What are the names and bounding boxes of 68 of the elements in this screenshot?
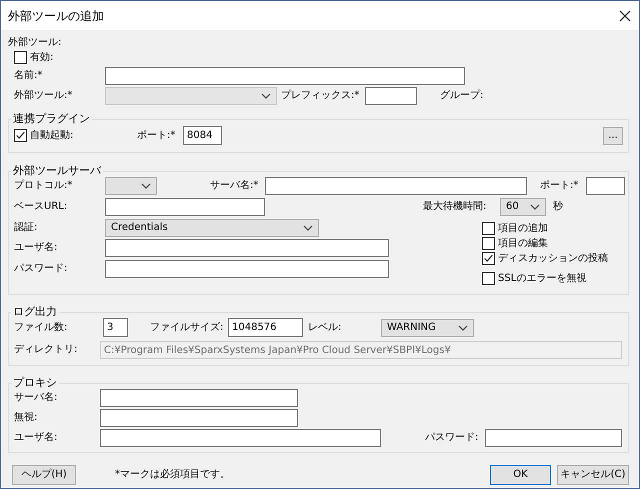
input-field[interactable] (365, 87, 417, 105)
dropdown[interactable]: WARNING (381, 318, 474, 336)
checkbox-label: 自動起動: (30, 130, 74, 142)
field-label: 無視: (14, 412, 38, 424)
input-field[interactable] (100, 389, 298, 407)
input-field[interactable]: 1048576 (228, 318, 303, 337)
field-label: 外部ツール:* (14, 90, 74, 102)
input-field[interactable] (100, 409, 298, 427)
group-label: 連携プラグイン (12, 113, 91, 125)
caret-icon (141, 183, 151, 189)
input-field[interactable] (105, 67, 465, 85)
input-field[interactable] (586, 177, 625, 195)
field-label: 名前:* (14, 70, 44, 82)
field-label: ポート:* (137, 130, 176, 142)
field-label: ファイル数: (14, 322, 68, 334)
input-field[interactable]: 8084 (183, 126, 222, 145)
group-label: プロキシ (12, 377, 58, 389)
checkbox-label: 項目の追加 (498, 222, 548, 234)
field-label: プレフィックス:* (281, 90, 360, 102)
dropdown[interactable]: 60 (500, 198, 546, 216)
unit-label: 秒 (553, 201, 563, 213)
checkbox[interactable] (14, 129, 27, 142)
input-field[interactable]: 3 (103, 318, 128, 337)
field-label: ユーザ名: (14, 432, 58, 444)
checkbox[interactable] (482, 237, 495, 250)
ok-button[interactable]: OK (490, 465, 551, 485)
field-label: サーバ名: (14, 392, 58, 404)
required-note: *マークは必須項目です。 (115, 469, 230, 481)
checkbox-label: 項目の編集 (498, 238, 548, 250)
field-label: 最大待機時間: (423, 201, 488, 213)
help-button[interactable]: ヘルプ(H) (12, 465, 76, 485)
input-field[interactable] (105, 239, 389, 257)
cancel-button[interactable]: キャンセル(C) (557, 465, 629, 485)
checkbox[interactable] (482, 222, 495, 235)
field-label: パスワード: (425, 432, 480, 444)
input-field[interactable] (105, 198, 265, 216)
dropdown[interactable]: Credentials (105, 219, 319, 237)
field-label: ファイルサイズ: (150, 322, 224, 334)
input-field[interactable] (105, 260, 389, 278)
field-label: 認証: (14, 222, 38, 234)
checkbox[interactable] (482, 252, 495, 265)
checkbox[interactable] (14, 51, 27, 64)
checkbox[interactable] (482, 272, 495, 285)
field-label: グループ: (440, 90, 484, 102)
field-label: サーバ名:* (210, 180, 260, 192)
section-label: 外部ツール: (8, 36, 62, 50)
caret-icon (261, 93, 271, 99)
window-title: 外部ツールの追加 (8, 10, 105, 22)
field-label: ベースURL: (14, 201, 68, 213)
field-label: ディレクトリ: (14, 344, 78, 356)
field-label: レベル: (308, 322, 342, 334)
caret-icon (530, 204, 540, 210)
field-label: プロトコル:* (14, 180, 74, 192)
caret-icon (303, 225, 313, 231)
caret-icon (458, 324, 468, 330)
group-label: ログ出力 (12, 306, 58, 318)
field-label: ユーザ名: (14, 242, 58, 254)
field-label: パスワード: (14, 263, 68, 275)
checkbox-label: SSLのエラーを無視 (498, 272, 586, 284)
input-field[interactable] (100, 429, 381, 447)
field-label: ポート:* (540, 180, 580, 192)
checkbox-label: ディスカッションの投稿 (498, 252, 608, 264)
checkbox-label: 有効: (30, 52, 54, 64)
input-field[interactable] (485, 429, 622, 447)
input-field[interactable] (265, 177, 527, 195)
close-icon[interactable] (619, 10, 631, 22)
group-label: 外部ツールサーバ (12, 165, 102, 177)
more-button[interactable]: ... (603, 126, 623, 144)
